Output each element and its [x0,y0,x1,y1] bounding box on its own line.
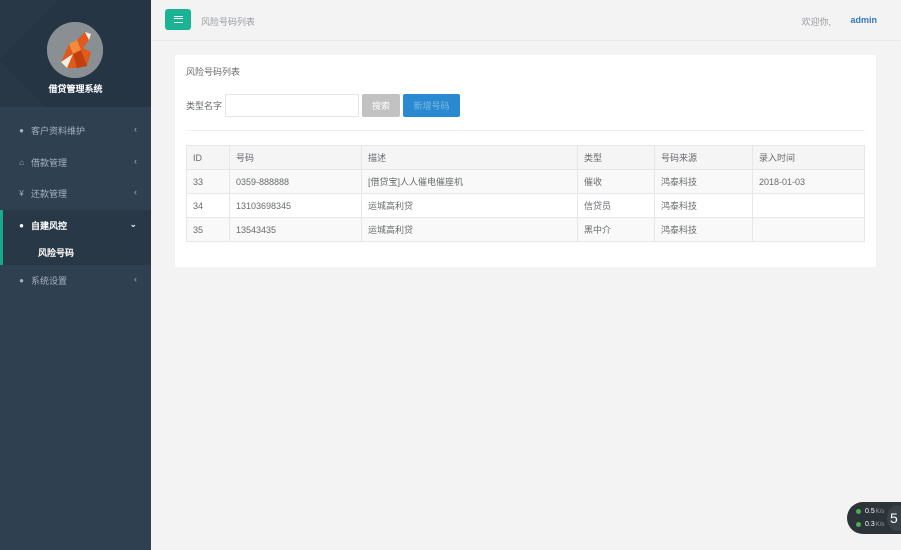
sidebar-item-label: 还款管理 [31,189,68,200]
download-speed: 0.3 K/s [856,521,884,528]
brand-title: 借贷管理系统 [48,84,103,94]
download-speed-value: 0.3 [865,521,875,528]
column-header-type[interactable]: 类型 [577,145,655,170]
sidebar-item-label: 客户资料维护 [31,126,86,137]
user-icon: ● [19,220,24,230]
sidebar-menu: ● 客户资料维护 ‹ ⌂ 借款管理 ‹ ¥ 还款管理 ‹ ● 自建风控 ⌄ 风险… [0,115,151,297]
sidebar-toggle-button[interactable] [165,9,191,30]
sidebar-item-repayment-management[interactable]: ¥ 还款管理 ‹ [0,178,151,210]
table-row[interactable]: 35 13543435 运城高利贷 黑中介 鸿泰科技 [186,217,865,242]
username-link[interactable]: admin [850,15,877,25]
user-icon: ● [19,126,24,136]
cell-entry-time [752,193,865,218]
chevron-left-icon: ‹ [134,274,137,284]
user-icon: ● [19,276,24,286]
sidebar-group-risk-control: ● 自建风控 ⌄ 风险号码 [0,209,151,265]
sidebar-subitem-risk-numbers[interactable]: 风险号码 [3,241,151,265]
sidebar-item-label: 自建风控 [31,220,68,231]
avatar[interactable] [47,22,103,78]
top-navbar: 风险号码列表 欢迎你, admin [151,0,901,41]
profile-header: 借贷管理系统 [0,0,151,107]
cell-entry-time: 2018-01-03 [752,169,865,194]
table-row[interactable]: 34 13103698345 运城高利贷 信贷员 鸿泰科技 [186,193,865,218]
sidebar-item-system-settings[interactable]: ● 系统设置 ‹ [0,265,151,297]
download-arrow-icon [856,522,861,527]
cell-id: 34 [186,193,230,218]
main-area: 风险号码列表 欢迎你, admin 风险号码列表 类型名字 搜索 新增号码 ID… [151,0,901,550]
chevron-left-icon: ‹ [134,155,137,166]
yen-icon: ¥ [19,189,24,199]
cell-source: 鸿泰科技 [654,169,753,194]
search-form: 类型名字 搜索 新增号码 [186,93,461,117]
cell-description: 运城高利贷 [361,217,578,242]
cell-id: 35 [186,217,230,242]
sidebar-item-customer-data[interactable]: ● 客户资料维护 ‹ [0,115,151,147]
column-header-source[interactable]: 号码来源 [654,145,753,170]
content-panel: 风险号码列表 类型名字 搜索 新增号码 ID 号码 描述 类型 号码来源 录入时… [175,55,876,267]
cell-type: 黑中介 [577,217,655,242]
hamburger-icon [173,16,183,23]
sidebar-item-label: 系统设置 [31,276,68,287]
cell-description: 运城高利贷 [361,193,578,218]
column-header-entry-time[interactable]: 录入时间 [752,145,865,170]
upload-speed-unit: K/s [875,508,885,515]
column-header-number[interactable]: 号码 [229,145,362,170]
cell-number: 0359-888888 [229,169,362,194]
search-label: 类型名字 [186,100,223,111]
chevron-left-icon: ‹ [134,124,137,134]
panel-title: 风险号码列表 [186,67,241,77]
search-button[interactable]: 搜索 [362,93,401,117]
sidebar: 借贷管理系统 ● 客户资料维护 ‹ ⌂ 借款管理 ‹ ¥ 还款管理 ‹ ● 自建… [0,0,151,550]
chevron-down-icon: ⌄ [129,218,137,229]
table-row[interactable]: 33 0359-888888 [借贷宝]人人催电催座机 催收 鸿泰科技 2018… [186,169,865,194]
upload-speed: 0.5 K/s [856,508,884,515]
upload-speed-value: 0.5 [865,508,875,515]
upload-arrow-icon [856,509,861,514]
column-header-description[interactable]: 描述 [361,145,578,170]
sidebar-item-label: 借款管理 [31,157,68,168]
search-input[interactable] [225,93,360,117]
cell-entry-time [752,217,865,242]
download-speed-unit: K/s [875,521,885,528]
home-icon: ⌂ [19,157,24,167]
table-header-row: ID 号码 描述 类型 号码来源 录入时间 [186,145,865,170]
cell-number: 13543435 [229,217,362,242]
risk-number-table: ID 号码 描述 类型 号码来源 录入时间 33 0359-888888 [借贷… [186,145,865,242]
breadcrumb: 风险号码列表 [201,17,256,27]
cell-type: 信贷员 [577,193,655,218]
cell-description: [借贷宝]人人催电催座机 [361,169,578,194]
cell-id: 33 [186,169,230,194]
sidebar-item-loan-management[interactable]: ⌂ 借款管理 ‹ [0,147,151,179]
cell-source: 鸿泰科技 [654,217,753,242]
sidebar-item-risk-control[interactable]: ● 自建风控 ⌄ [3,210,151,242]
add-number-button[interactable]: 新增号码 [403,93,461,117]
divider [186,130,865,131]
cell-type: 催收 [577,169,655,194]
cell-source: 鸿泰科技 [654,193,753,218]
widget-badge[interactable]: 5 [887,505,901,531]
column-header-id[interactable]: ID [186,145,230,170]
chevron-left-icon: ‹ [134,187,137,197]
welcome-text: 欢迎你, [801,17,831,27]
cell-number: 13103698345 [229,193,362,218]
network-speed-widget[interactable]: 0.5 K/s 0.3 K/s 5 [847,502,901,534]
